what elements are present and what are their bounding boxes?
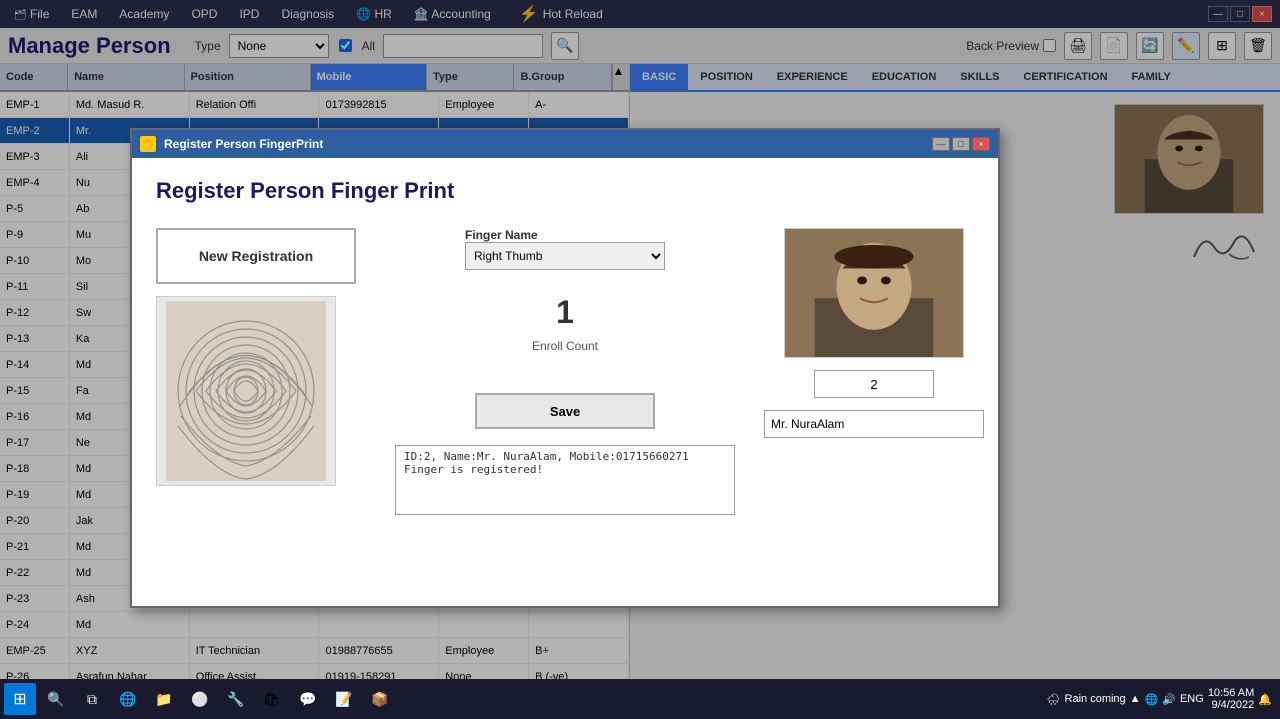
explorer-icon[interactable]: 📁 <box>148 683 180 715</box>
person-id-input[interactable] <box>814 370 934 398</box>
fingerprint-box <box>156 296 336 486</box>
network-icon: 🌐 <box>1145 693 1159 706</box>
dialog-heading: Register Person Finger Print <box>156 178 974 204</box>
dialog-center: Finger Name Right Thumb Left Thumb Right… <box>380 228 750 586</box>
dialog-photo-svg <box>785 229 963 358</box>
taskbar-time: 10:56 AM 9/4/2022 <box>1208 687 1254 711</box>
dialog-icon: 🖐 <box>140 136 156 152</box>
enroll-count-value: 1 <box>556 294 574 331</box>
whatsapp-icon[interactable]: 💬 <box>292 683 324 715</box>
dialog-main: New Registration <box>156 228 974 586</box>
person-photo <box>784 228 964 358</box>
time-display: 10:56 AM <box>1208 687 1254 699</box>
dialog-maximize[interactable]: □ <box>952 137 970 151</box>
lang-label: ENG <box>1180 693 1204 705</box>
date-display: 9/4/2022 <box>1208 699 1254 711</box>
volume-icon[interactable]: 🔊 <box>1162 693 1176 706</box>
finger-name-section: Finger Name Right Thumb Left Thumb Right… <box>465 228 665 270</box>
dialog-title-left: 🖐 Register Person FingerPrint <box>140 136 323 152</box>
edge-icon[interactable]: 🌐 <box>112 683 144 715</box>
app-icon[interactable]: 📦 <box>364 683 396 715</box>
log-box[interactable] <box>395 445 735 515</box>
finger-select[interactable]: Right Thumb Left Thumb Right Index Right… <box>465 242 665 270</box>
taskbar: ⊞ 🔍 ⧉ 🌐 📁 ⚪ 🔧 🛍 💬 📝 📦 🌧 Rain coming ▲ 🌐 … <box>0 679 1280 719</box>
finger-name-label: Finger Name <box>465 228 665 242</box>
dialog-close[interactable]: × <box>972 137 990 151</box>
weather-text: Rain coming <box>1065 693 1126 705</box>
app-window: 🗂 File EAM Academy OPD IPD Diagnosis 🌐 H… <box>0 0 1280 679</box>
save-button[interactable]: Save <box>475 393 655 429</box>
dialog-titlebar: 🖐 Register Person FingerPrint — □ × <box>132 130 998 158</box>
store-icon[interactable]: 🛍 <box>256 683 288 715</box>
task-view[interactable]: ⧉ <box>76 683 108 715</box>
dialog-minimize[interactable]: — <box>932 137 950 151</box>
taskbar-right: 🌧 Rain coming ▲ 🌐 🔊 ENG 10:56 AM 9/4/202… <box>1039 687 1280 711</box>
taskbar-up-icon[interactable]: ▲ <box>1130 693 1141 705</box>
dialog-body: Register Person Finger Print New Registr… <box>132 158 998 606</box>
chrome-icon[interactable]: ⚪ <box>184 683 216 715</box>
dialog-left: New Registration <box>156 228 356 586</box>
fingerprint-dialog: 🖐 Register Person FingerPrint — □ × Regi… <box>130 128 1000 608</box>
taskbar-left: ⊞ 🔍 ⧉ 🌐 📁 ⚪ 🔧 🛍 💬 📝 📦 <box>0 683 400 715</box>
new-registration-button[interactable]: New Registration <box>156 228 356 284</box>
devtools-icon[interactable]: 🔧 <box>220 683 252 715</box>
dialog-title-text: Register Person FingerPrint <box>164 137 323 151</box>
dialog-buttons: — □ × <box>932 137 990 151</box>
weather-info: 🌧 Rain coming <box>1047 693 1126 706</box>
start-button[interactable]: ⊞ <box>4 683 36 715</box>
enroll-count-label: Enroll Count <box>532 339 598 353</box>
notification-icon[interactable]: 🔔 <box>1258 693 1272 706</box>
vscode-icon[interactable]: 📝 <box>328 683 360 715</box>
fingerprint-svg <box>166 301 326 481</box>
search-taskbar[interactable]: 🔍 <box>40 683 72 715</box>
person-name-input[interactable] <box>764 410 984 438</box>
dialog-right <box>774 228 974 586</box>
